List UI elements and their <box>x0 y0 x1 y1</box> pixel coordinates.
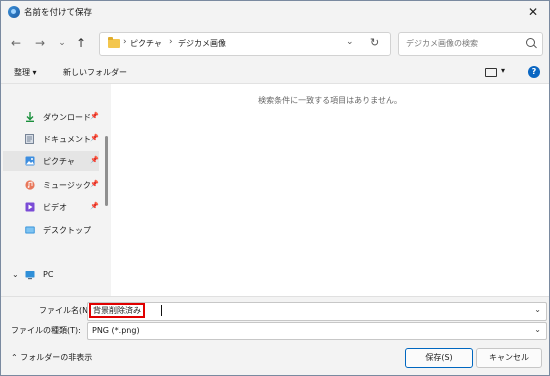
sidebar-item-label: ビデオ <box>43 203 67 212</box>
cancel-button[interactable]: キャンセル <box>476 348 542 368</box>
new-folder-button[interactable]: 新しいフォルダー <box>63 67 127 78</box>
navigation-pane: ダウンロード 📌 ドキュメント 📌 ピクチャ 📌 ミュージック 📌 ビデオ 📌 … <box>1 84 111 296</box>
filename-dropdown-icon[interactable]: ⌄ <box>534 305 541 314</box>
pin-icon: 📌 <box>90 202 99 210</box>
empty-folder-message: 検索条件に一致する項目はありません。 <box>258 96 402 105</box>
sidebar-item-label: PC <box>43 270 54 279</box>
text-caret <box>161 305 162 316</box>
breadcrumb-separator: › <box>123 37 127 47</box>
window-title: 名前を付けて保存 <box>24 8 93 18</box>
title-bar: 名前を付けて保存 ✕ <box>1 1 549 23</box>
pc-icon <box>25 271 35 280</box>
sidebar-item-videos[interactable]: ビデオ 📌 <box>3 197 99 217</box>
recent-locations-button[interactable]: ⌄ <box>54 35 70 51</box>
navigation-bar: ← → ⌄ ↑ › ピクチャ › デジカメ画像 ⌄ ↻ デジカメ画像の検索 <box>1 28 549 58</box>
filename-value[interactable]: 背景削除済み <box>89 303 145 318</box>
filename-field[interactable]: 背景削除済み ⌄ <box>87 302 547 321</box>
organize-button[interactable]: 整理 ▾ <box>14 67 37 78</box>
filetype-value: PNG (*.png) <box>92 326 140 335</box>
sidebar-item-label: ダウンロード <box>43 113 91 122</box>
search-placeholder: デジカメ画像の検索 <box>406 39 478 48</box>
up-button[interactable]: ↑ <box>73 35 89 51</box>
sidebar-scrollbar[interactable] <box>105 136 108 206</box>
breadcrumb-pictures[interactable]: ピクチャ <box>130 38 162 49</box>
document-icon <box>25 134 34 144</box>
hide-folders-button[interactable]: ⌃ フォルダーの非表示 <box>11 352 92 363</box>
sidebar-item-label: デスクトップ <box>43 226 91 235</box>
desktop-icon <box>25 226 35 234</box>
save-button[interactable]: 保存(S) <box>405 348 473 368</box>
command-toolbar: 整理 ▾ 新しいフォルダー ▾ ? <box>1 61 549 84</box>
app-icon <box>8 6 20 18</box>
breadcrumb-separator: › <box>169 37 173 47</box>
pin-icon: 📌 <box>90 134 99 142</box>
sidebar-item-downloads[interactable]: ダウンロード 📌 <box>3 107 99 127</box>
save-as-dialog: 名前を付けて保存 ✕ ← → ⌄ ↑ › ピクチャ › デジカメ画像 ⌄ ↻ デ… <box>0 0 550 376</box>
view-icon[interactable] <box>485 68 497 77</box>
pictures-icon <box>25 156 35 166</box>
search-input[interactable]: デジカメ画像の検索 <box>398 32 543 56</box>
video-icon <box>25 202 35 212</box>
pin-icon: 📌 <box>90 180 99 188</box>
help-icon[interactable]: ? <box>528 66 540 78</box>
sidebar-item-pictures[interactable]: ピクチャ 📌 <box>3 151 99 171</box>
forward-button[interactable]: → <box>32 35 48 51</box>
sidebar-item-pc[interactable]: ⌄ PC <box>3 265 99 285</box>
pin-icon: 📌 <box>90 156 99 164</box>
filename-label: ファイル名(N): <box>39 306 94 315</box>
refresh-icon[interactable]: ↻ <box>370 36 379 49</box>
download-icon <box>26 112 34 122</box>
filetype-dropdown-icon[interactable]: ⌄ <box>534 325 541 334</box>
music-icon <box>25 180 35 190</box>
filetype-select[interactable]: PNG (*.png) ⌄ <box>87 322 547 340</box>
filetype-label: ファイルの種類(T): <box>11 326 81 335</box>
search-icon[interactable] <box>526 38 535 47</box>
sidebar-item-label: ミュージック <box>43 181 91 190</box>
expand-chevron-icon[interactable]: ⌄ <box>12 270 19 279</box>
sidebar-item-label: ピクチャ <box>43 157 75 166</box>
view-dropdown[interactable]: ▾ <box>501 66 505 75</box>
address-bar[interactable]: › ピクチャ › デジカメ画像 ⌄ ↻ <box>99 32 391 56</box>
pin-icon: 📌 <box>90 112 99 120</box>
sidebar-item-documents[interactable]: ドキュメント 📌 <box>3 129 99 149</box>
address-dropdown-icon[interactable]: ⌄ <box>346 37 354 47</box>
back-button[interactable]: ← <box>8 35 24 51</box>
close-button[interactable]: ✕ <box>524 3 542 21</box>
sidebar-item-label: ドキュメント <box>43 135 91 144</box>
file-list-area[interactable]: 検索条件に一致する項目はありません。 <box>111 84 549 296</box>
breadcrumb-digicam-images[interactable]: デジカメ画像 <box>178 38 226 49</box>
dialog-footer: ファイル名(N): 背景削除済み ⌄ ファイルの種類(T): PNG (*.pn… <box>1 296 549 375</box>
folder-icon <box>108 37 120 48</box>
sidebar-item-desktop[interactable]: デスクトップ <box>3 220 99 240</box>
sidebar-item-music[interactable]: ミュージック 📌 <box>3 175 99 195</box>
